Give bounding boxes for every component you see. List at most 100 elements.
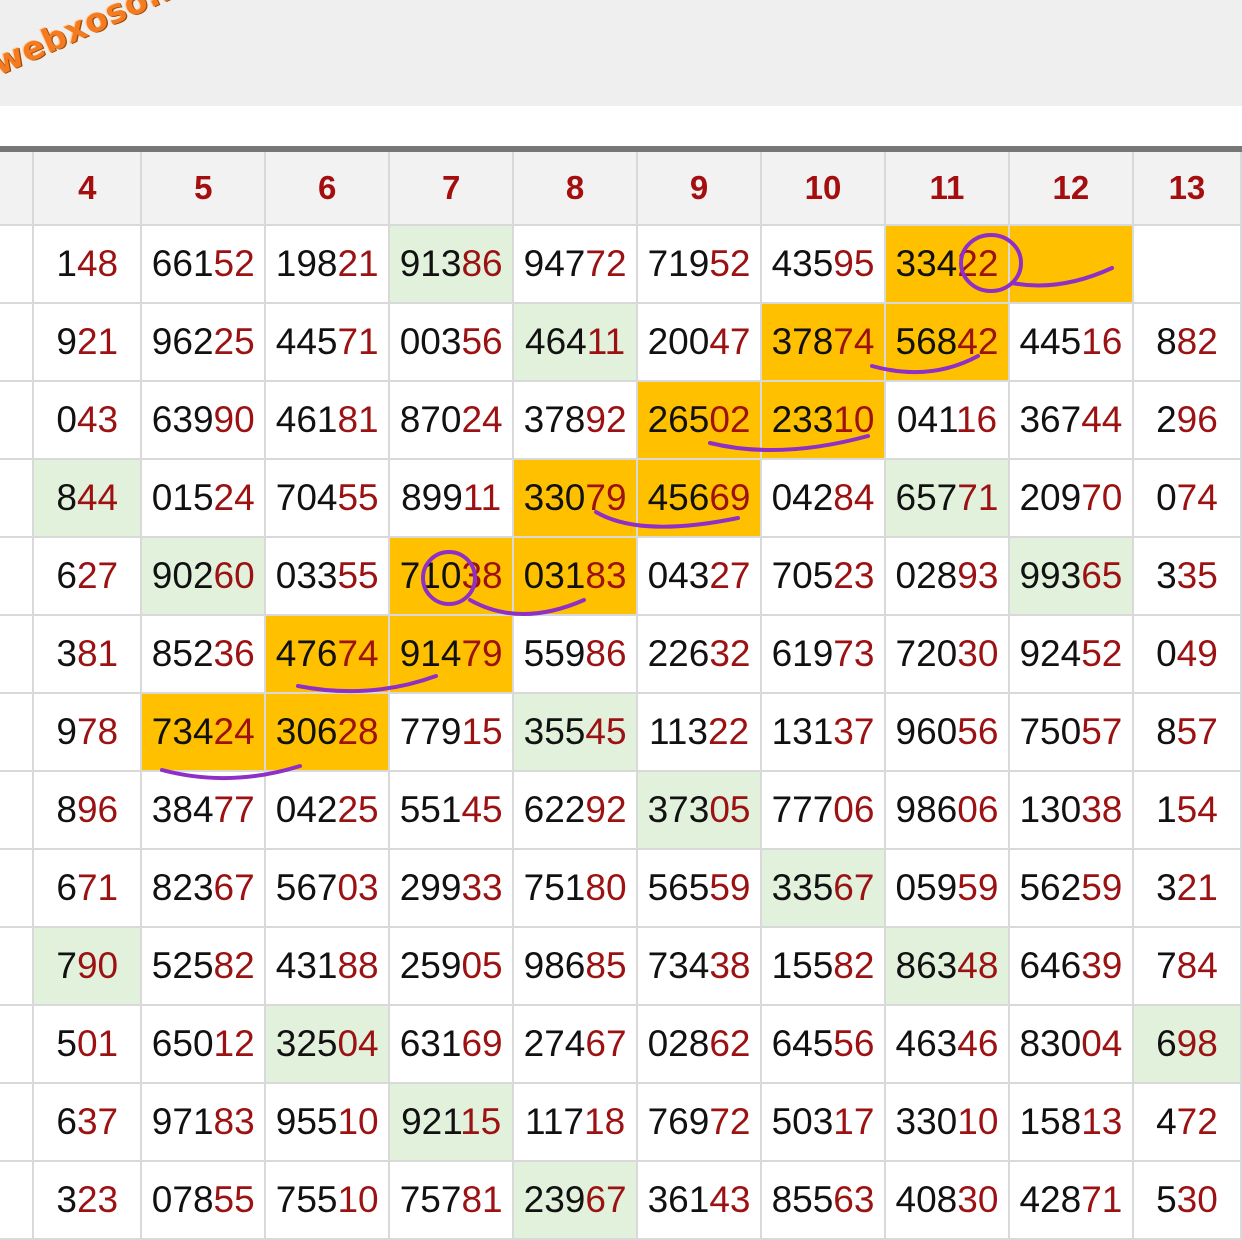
number-head-digits: 367 (1019, 399, 1082, 440)
number-head-digits: 3 (1156, 867, 1177, 908)
number-head-digits: 113 (648, 711, 708, 752)
number-head-digits: 986 (523, 945, 586, 986)
result-cell: 15582 (760, 926, 886, 1006)
number-head-digits: 239 (523, 1179, 586, 1220)
number-tail-digits: 90 (76, 945, 119, 986)
table-row: 323 07855 75510 75781 23967 36143 85563 40830 42… (0, 1160, 1242, 1240)
number-tail-digits: 59 (1081, 867, 1123, 908)
result-cell: 25905 (388, 926, 515, 1006)
result-cell (0, 848, 35, 928)
number-head-digits: 334 (895, 243, 958, 284)
result-cell: 77706 (760, 770, 886, 850)
number-head-digits: 777 (771, 789, 834, 830)
result-cell: 19821 (264, 224, 391, 304)
number-tail-digits: 98 (1176, 1023, 1218, 1064)
result-cell: 64556 (760, 1004, 886, 1084)
number-head-digits: 661 (151, 243, 214, 284)
number-tail-digits: 30 (957, 633, 999, 674)
number-head-digits: 567 (275, 867, 338, 908)
number-head-digits: 947 (523, 243, 586, 284)
number-head-digits: 408 (895, 1179, 958, 1220)
number-tail-digits: 46 (957, 1023, 999, 1064)
number-head-digits: 384 (151, 789, 214, 830)
number-head-digits: 042 (275, 789, 338, 830)
number-tail-digits: 11 (462, 477, 502, 518)
number-tail-digits: 25 (213, 321, 255, 362)
number-head-digits: 646 (1019, 945, 1082, 986)
number-tail-digits: 27 (76, 555, 119, 596)
result-cell: 77915 (388, 692, 515, 772)
number-tail-digits: 03 (337, 867, 379, 908)
number-head-digits: 378 (771, 321, 834, 362)
number-tail-digits: 72 (1176, 1101, 1218, 1142)
result-cell (0, 302, 35, 382)
result-cell: 33010 (883, 1082, 1010, 1162)
number-head-digits: 325 (275, 1023, 338, 1064)
result-cell: 790 (32, 926, 143, 1006)
number-tail-digits: 95 (833, 243, 875, 284)
result-cell: 75781 (388, 1160, 515, 1240)
number-tail-digits: 84 (833, 477, 875, 518)
number-head-digits: 435 (771, 243, 834, 284)
number-tail-digits: 74 (337, 633, 379, 674)
result-cell: 73438 (636, 926, 763, 1006)
number-tail-digits: 74 (1176, 477, 1218, 518)
number-tail-digits: 81 (76, 633, 119, 674)
result-cell: 71038 (388, 536, 515, 616)
number-head-digits: 4 (1156, 1101, 1177, 1142)
number-head-digits: 3 (56, 633, 77, 674)
result-cell: 36143 (636, 1160, 763, 1240)
number-head-digits: 361 (647, 1179, 710, 1220)
number-head-digits: 9 (56, 711, 77, 752)
number-head-digits: 059 (895, 867, 958, 908)
number-tail-digits: 18 (584, 1101, 626, 1142)
number-head-digits: 551 (399, 789, 462, 830)
column-header-4: 4 (32, 148, 143, 226)
result-cell (0, 380, 35, 460)
number-head-digits: 5 (56, 1023, 77, 1064)
number-tail-digits: 43 (709, 1179, 751, 1220)
result-cell: 61973 (760, 614, 886, 694)
number-tail-digits: 83 (213, 1101, 255, 1142)
result-cell: 45669 (636, 458, 763, 538)
number-tail-digits: 38 (709, 945, 751, 986)
number-head-digits: 870 (399, 399, 462, 440)
result-cell (0, 692, 35, 772)
number-head-digits: 750 (1019, 711, 1082, 752)
result-cell: 37874 (760, 302, 886, 382)
result-cell: 13038 (1007, 770, 1134, 850)
number-tail-digits: 72 (585, 243, 627, 284)
column-header-11: 11 (883, 148, 1010, 226)
number-tail-digits: 69 (709, 477, 751, 518)
result-cell: 04225 (264, 770, 391, 850)
number-tail-digits: 42 (957, 321, 999, 362)
number-head-digits: 158 (1019, 1101, 1082, 1142)
number-head-digits: 043 (647, 555, 710, 596)
table-row: 501 65012 32504 63169 27467 02862 64556 46346 83… (0, 1004, 1242, 1084)
number-head-digits: 562 (1019, 867, 1082, 908)
result-cell: 90260 (140, 536, 267, 616)
result-cell (0, 458, 35, 538)
number-tail-digits: 06 (833, 789, 875, 830)
number-head-digits: 042 (771, 477, 834, 518)
number-tail-digits: 52 (709, 243, 751, 284)
result-cell: 44516 (1007, 302, 1134, 382)
column-header-10: 10 (760, 148, 886, 226)
result-cell: 98606 (883, 770, 1010, 850)
number-head-digits: 8 (1156, 711, 1177, 752)
result-cell: 23967 (512, 1160, 639, 1240)
result-cell: 96056 (883, 692, 1010, 772)
result-cell: 472 (1131, 1082, 1242, 1162)
number-tail-digits: 22 (707, 711, 750, 752)
number-tail-digits: 63 (833, 1179, 875, 1220)
result-cell: 40830 (883, 1160, 1010, 1240)
number-head-digits: 645 (771, 1023, 834, 1064)
number-head-digits: 041 (896, 399, 956, 440)
number-head-digits: 622 (523, 789, 586, 830)
result-cell: 15813 (1007, 1082, 1134, 1162)
number-tail-digits: 10 (833, 399, 875, 440)
number-tail-digits: 35 (1176, 555, 1218, 596)
number-tail-digits: 48 (76, 243, 119, 284)
number-tail-digits: 92 (585, 399, 627, 440)
column-header-13: 13 (1131, 148, 1242, 226)
